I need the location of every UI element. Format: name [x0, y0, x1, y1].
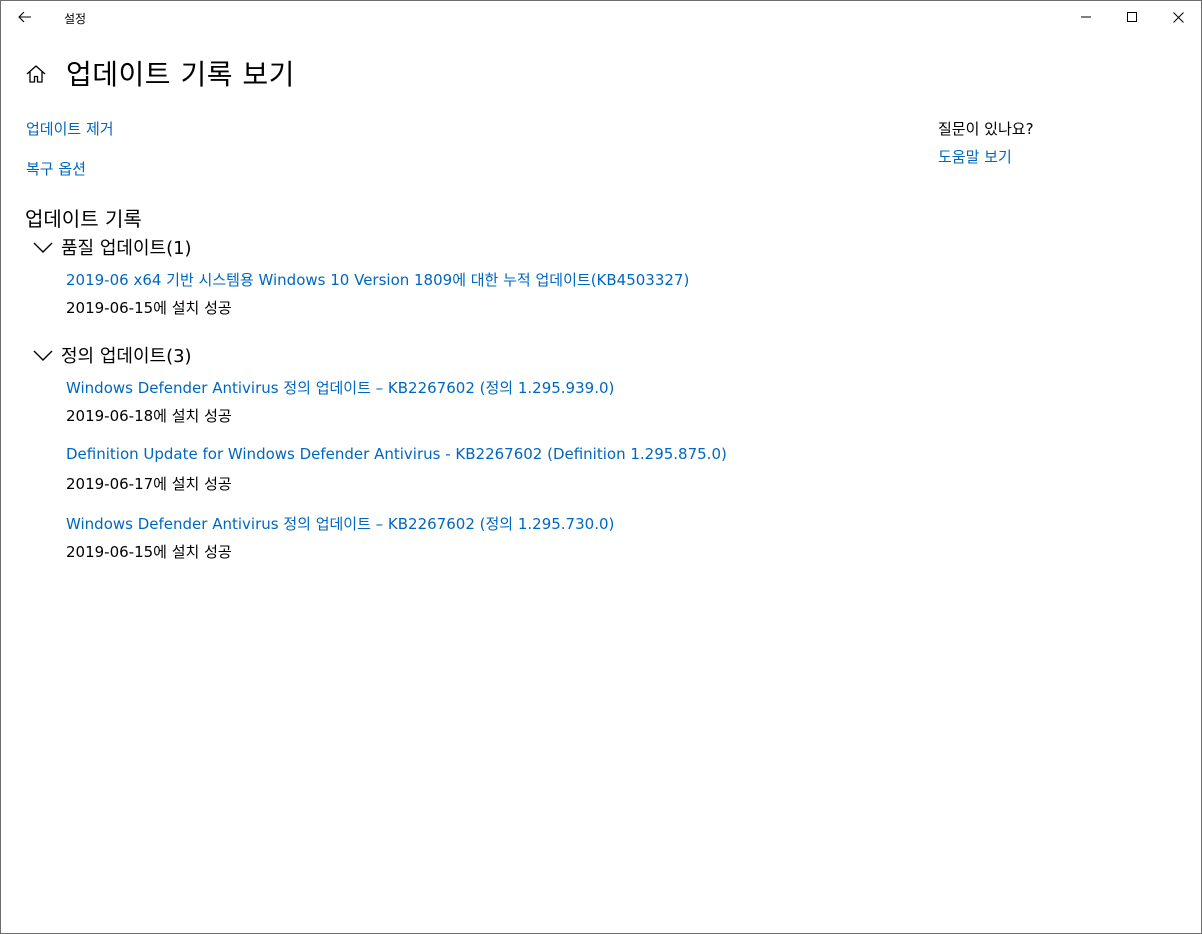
update-entry-status: 2019-06-18에 설치 성공	[66, 407, 232, 425]
update-entry-status: 2019-06-15에 설치 성공	[66, 543, 232, 561]
home-icon	[26, 65, 46, 83]
help-question-text: 질문이 있나요?	[938, 120, 1034, 138]
settings-window: 설정 업데이트 기록 보기 업데이트 제거 복구 옵션 질문이 있나요? 도움말…	[0, 0, 1202, 934]
close-icon	[1172, 11, 1184, 23]
update-entry-link[interactable]: Windows Defender Antivirus 정의 업데이트 – KB2…	[66, 377, 614, 398]
get-help-link[interactable]: 도움말 보기	[938, 146, 1012, 167]
recovery-options-link[interactable]: 복구 옵션	[26, 158, 86, 179]
update-entry-status: 2019-06-15에 설치 성공	[66, 299, 232, 317]
chevron-down-icon	[33, 242, 53, 253]
uninstall-updates-link[interactable]: 업데이트 제거	[26, 118, 114, 139]
update-entry-status: 2019-06-17에 설치 성공	[66, 475, 232, 493]
home-button[interactable]	[25, 63, 47, 85]
update-entry-link[interactable]: Windows Defender Antivirus 정의 업데이트 – KB2…	[66, 513, 614, 534]
close-button[interactable]	[1155, 1, 1201, 33]
group-label: 품질 업데이트(1)	[61, 238, 192, 259]
app-title: 설정	[64, 12, 87, 26]
definition-updates-group-header[interactable]: 정의 업데이트(3)	[33, 342, 192, 368]
page-title: 업데이트 기록 보기	[66, 58, 295, 91]
back-arrow-icon	[18, 11, 31, 23]
minimize-button[interactable]	[1063, 1, 1109, 33]
chevron-down-icon	[33, 350, 53, 361]
update-entry-link[interactable]: Definition Update for Windows Defender A…	[66, 445, 727, 463]
group-label: 정의 업데이트(3)	[61, 346, 192, 367]
update-history-heading: 업데이트 기록	[25, 207, 142, 231]
back-button[interactable]	[9, 1, 41, 33]
title-bar: 설정	[1, 1, 1201, 33]
maximize-icon	[1127, 12, 1137, 22]
minimize-icon	[1081, 16, 1091, 18]
maximize-button[interactable]	[1109, 1, 1155, 33]
quality-updates-group-header[interactable]: 품질 업데이트(1)	[33, 234, 192, 260]
update-entry-link[interactable]: 2019-06 x64 기반 시스템용 Windows 10 Version 1…	[66, 269, 689, 290]
